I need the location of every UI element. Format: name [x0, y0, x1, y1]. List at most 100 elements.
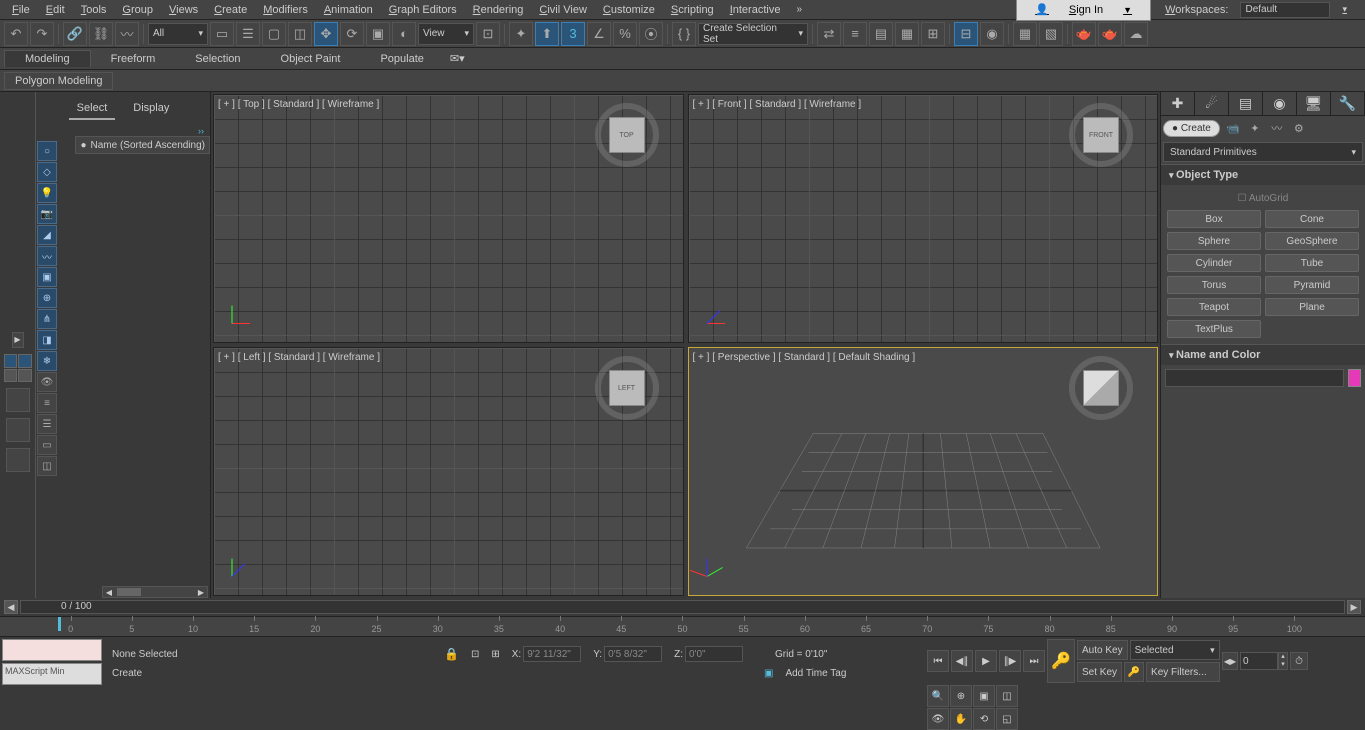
viewcube-left[interactable]: LEFT [601, 362, 653, 414]
scroll-right-icon[interactable]: ▶ [195, 588, 207, 597]
se-view-rows-icon[interactable]: ☰ [37, 414, 57, 434]
zoom-extents-all-button[interactable]: ◫ [996, 685, 1018, 707]
schematic-view-button[interactable]: ⊟ [954, 22, 978, 46]
ribbon-tab-object-paint[interactable]: Object Paint [261, 51, 361, 67]
key-mode-dropdown[interactable]: Selected [1130, 640, 1220, 660]
viewcube-persp[interactable] [1075, 362, 1127, 414]
filter-groups-icon[interactable]: ▣ [37, 267, 57, 287]
material-editor-button[interactable]: ◉ [980, 22, 1004, 46]
window-crossing-button[interactable]: ◫ [288, 22, 312, 46]
dock-expand-icon[interactable]: ▶ [12, 332, 24, 348]
timeslider-next[interactable]: ▶ [1347, 600, 1361, 614]
scroll-thumb[interactable] [117, 588, 141, 596]
ribbon-tab-selection[interactable]: Selection [175, 51, 260, 67]
filter-frozen-icon[interactable]: ❄ [37, 351, 57, 371]
viewport-layout-quad[interactable] [4, 354, 32, 382]
coord-mode-icon[interactable]: ⊞ [491, 649, 499, 660]
viewport-perspective[interactable]: [ + ] [ Perspective ] [ Standard ] [ Def… [688, 347, 1159, 596]
key-filters-icon[interactable]: 🔑 [1124, 662, 1144, 682]
move-button[interactable]: ✥ [314, 22, 338, 46]
rect-region-button[interactable]: ▢ [262, 22, 286, 46]
create-category-button[interactable]: ● Create [1163, 120, 1220, 137]
signin-button[interactable]: 👤 Sign In ▼ [1016, 0, 1151, 21]
filter-helpers-icon[interactable]: ◢ [37, 225, 57, 245]
menu-file[interactable]: File [4, 2, 38, 18]
scroll-left-icon[interactable]: ◀ [103, 588, 115, 597]
isolate-icon[interactable]: ⊡ [471, 649, 479, 660]
viewport-front[interactable]: [ + ] [ Front ] [ Standard ] [ Wireframe… [688, 94, 1159, 343]
toggle-ribbon-button[interactable]: ▦ [895, 22, 919, 46]
menu-civil-view[interactable]: Civil View [531, 2, 594, 18]
create-cat-camera-icon[interactable]: 📹 [1224, 119, 1242, 137]
snap-toggle[interactable]: 3 [561, 22, 585, 46]
menu-group[interactable]: Group [114, 2, 161, 18]
menu-graph-editors[interactable]: Graph Editors [381, 2, 465, 18]
render-setup-button[interactable]: ▦ [1013, 22, 1037, 46]
rollout-name-color[interactable]: Name and Color [1161, 344, 1365, 365]
rendered-frame-button[interactable]: ▧ [1039, 22, 1063, 46]
object-name-input[interactable] [1165, 369, 1344, 387]
viewcube-top[interactable]: TOP [601, 109, 653, 161]
cp-tab-display[interactable]: 🖥 [1297, 92, 1331, 115]
menu-rendering[interactable]: Rendering [465, 2, 532, 18]
pivot-center-button[interactable]: ⊡ [476, 22, 500, 46]
rollout-object-type[interactable]: Object Type [1161, 164, 1365, 185]
object-color-swatch[interactable] [1348, 369, 1361, 387]
keyboard-shortcut-toggle[interactable]: ⬆ [535, 22, 559, 46]
filter-shapes-icon[interactable]: ◇ [37, 162, 57, 182]
viewport-layout-other1[interactable] [6, 388, 30, 412]
select-by-name-button[interactable]: ☰ [236, 22, 260, 46]
render-online-button[interactable]: ☁ [1124, 22, 1148, 46]
timeslider-prev[interactable]: ◀ [4, 600, 18, 614]
rotate-button[interactable]: ⟳ [340, 22, 364, 46]
prev-frame-button[interactable]: ◀∥ [951, 650, 973, 672]
viewport-layout-other2[interactable] [6, 418, 30, 442]
ribbon-tab-populate[interactable]: Populate [360, 51, 443, 67]
se-view-misc-icon[interactable]: ◫ [37, 456, 57, 476]
x-coord-input[interactable] [523, 646, 581, 662]
prim-cylinder[interactable]: Cylinder [1167, 254, 1261, 272]
viewport-top-label[interactable]: [ + ] [ Top ] [ Standard ] [ Wireframe ] [218, 99, 379, 110]
link-button[interactable]: 🔗 [63, 22, 87, 46]
render-prod-button[interactable]: 🫖 [1072, 22, 1096, 46]
maxscript-listener-box[interactable]: MAXScript Min [2, 663, 102, 685]
menu-customize[interactable]: Customize [595, 2, 663, 18]
mirror-button[interactable]: ⇄ [817, 22, 841, 46]
play-button[interactable]: ▶ [975, 650, 997, 672]
prim-geosphere[interactable]: GeoSphere [1265, 232, 1359, 250]
percent-snap-toggle[interactable]: % [613, 22, 637, 46]
se-tab-display[interactable]: Display [125, 98, 177, 120]
goto-start-button[interactable]: ⏮ [927, 650, 949, 672]
viewport-persp-label[interactable]: [ + ] [ Perspective ] [ Standard ] [ Def… [693, 352, 916, 363]
viewport-layout-other3[interactable] [6, 448, 30, 472]
filter-xrefs-icon[interactable]: ⊕ [37, 288, 57, 308]
filter-bones-icon[interactable]: ⋔ [37, 309, 57, 329]
ref-coord-dropdown[interactable]: View [418, 23, 474, 45]
timeline-ruler[interactable]: 0 5 10 15 20 25 30 35 40 45 50 55 60 65 … [0, 616, 1365, 636]
workspace-dropdown-icon[interactable]: ▾ [1334, 2, 1355, 17]
viewport-left-label[interactable]: [ + ] [ Left ] [ Standard ] [ Wireframe … [218, 352, 380, 363]
create-subcat-dropdown[interactable]: Standard Primitives [1163, 142, 1363, 162]
time-config-button[interactable]: ⏱ [1290, 652, 1308, 670]
edit-named-sel-button[interactable]: { } [672, 22, 696, 46]
ribbon-mail-icon[interactable]: ✉▾ [444, 50, 471, 67]
menu-animation[interactable]: Animation [316, 2, 381, 18]
cp-tab-motion[interactable]: ◉ [1263, 92, 1297, 115]
ribbon-tab-freeform[interactable]: Freeform [91, 51, 176, 67]
align-button[interactable]: ≡ [843, 22, 867, 46]
prim-sphere[interactable]: Sphere [1167, 232, 1261, 250]
named-selection-dropdown[interactable]: Create Selection Set [698, 23, 808, 45]
goto-end-button[interactable]: ⏭ [1023, 650, 1045, 672]
ribbon-tab-modeling[interactable]: Modeling [4, 50, 91, 67]
placement-button[interactable]: ◐ [392, 22, 416, 46]
viewport-left[interactable]: [ + ] [ Left ] [ Standard ] [ Wireframe … [213, 347, 684, 596]
orbit-button[interactable]: ⟲ [973, 708, 995, 730]
prim-cone[interactable]: Cone [1265, 210, 1359, 228]
set-key-big-button[interactable]: 🔑 [1047, 639, 1075, 683]
autokey-button[interactable]: Auto Key [1077, 640, 1128, 660]
autogrid-checkbox[interactable]: ☐ AutoGrid [1167, 191, 1359, 210]
viewcube-front[interactable]: FRONT [1075, 109, 1127, 161]
menu-modifiers[interactable]: Modifiers [255, 2, 316, 18]
lock-selection-icon[interactable]: 🔒 [444, 647, 459, 661]
create-cat-gear-icon[interactable]: ⚙ [1290, 119, 1308, 137]
